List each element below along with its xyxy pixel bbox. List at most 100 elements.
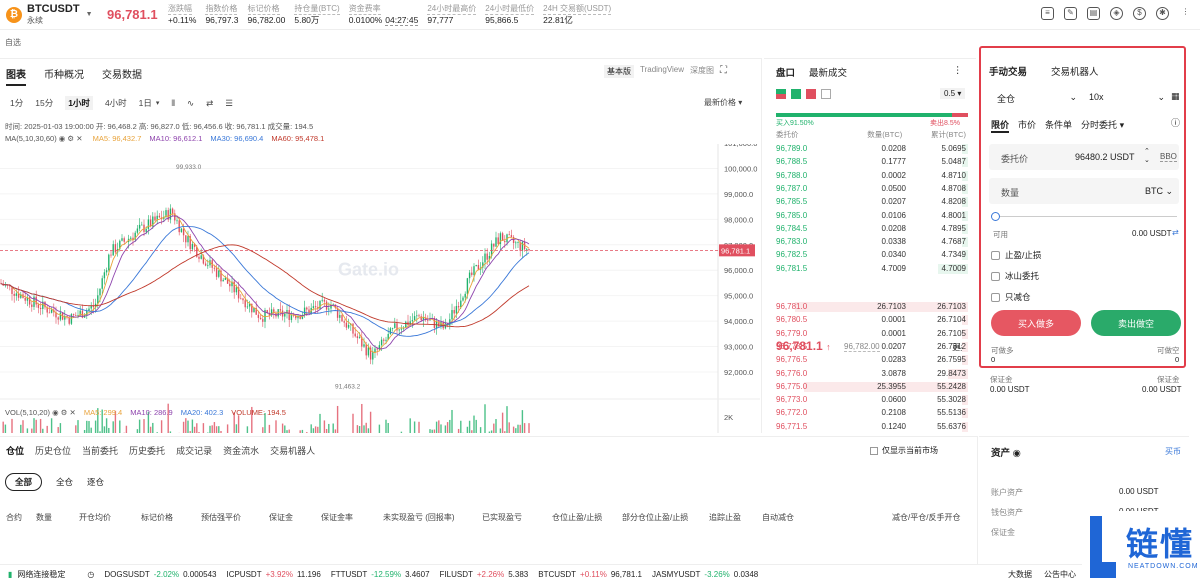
sell-short-button[interactable]: 卖出做空 <box>1091 310 1181 336</box>
orderbook-row[interactable]: 96,785.0 0.0106 4.8001 <box>774 210 968 222</box>
layout-asks-icon[interactable] <box>806 89 816 99</box>
view-basic[interactable]: 基本版 <box>604 65 634 78</box>
ticker-item[interactable]: JASMYUSDT -3.26% 0.0348 <box>652 570 758 579</box>
leverage-select[interactable]: 10x ⌄ <box>1089 92 1165 103</box>
layout-grid-icon[interactable] <box>821 89 831 99</box>
dollar-icon[interactable]: $ <box>1133 7 1146 20</box>
edit-icon[interactable]: ✎ <box>1064 7 1077 20</box>
symbol-selector[interactable]: ₿ BTCUSDT 永续 ▼ <box>6 3 101 26</box>
orderbook-row[interactable]: 96,789.0 0.0208 5.0695 <box>774 143 968 155</box>
buy-long-button[interactable]: 买入做多 <box>991 310 1081 336</box>
positions-tab[interactable]: 仓位 <box>6 444 24 457</box>
tab-coin-info[interactable]: 币种概况 <box>44 66 84 86</box>
ticker-item[interactable]: BTCUSDT +0.11% 96,781.1 <box>538 570 642 579</box>
chart-icon[interactable]: ▤ <box>1087 7 1100 20</box>
orderbook-row[interactable]: 96,773.0 0.0600 55.3028 <box>774 394 968 406</box>
bbo-button[interactable]: BBO <box>1160 152 1177 162</box>
margin-mode-select[interactable]: 全仓 ⌄ <box>997 92 1077 105</box>
announcement-link[interactable]: 公告中心 <box>1044 569 1076 580</box>
positions-tab[interactable]: 历史仓位 <box>35 444 71 457</box>
tf-1m[interactable]: 1分 <box>10 97 23 109</box>
tf-1d[interactable]: 1日 <box>139 97 152 109</box>
orderbook-row[interactable]: 96,780.5 0.0001 26.7104 <box>774 314 968 326</box>
orderbook-row[interactable]: 96,772.0 0.2108 55.5136 <box>774 407 968 419</box>
option-iceberg[interactable]: 冰山委托 <box>991 270 1039 282</box>
subtab-isolated[interactable]: 逐仓 <box>87 476 104 488</box>
compare-icon[interactable]: ⇄ <box>206 98 213 109</box>
checkbox[interactable] <box>991 292 1000 302</box>
option-reduce-only[interactable]: 只减仓 <box>991 291 1031 303</box>
transfer-icon[interactable]: ⇄ <box>1172 228 1179 237</box>
orderbook-row[interactable]: 96,779.0 0.0001 26.7105 <box>774 328 968 340</box>
positions-tab[interactable]: 成交记录 <box>176 444 212 457</box>
qty-slider[interactable] <box>995 216 1177 217</box>
orderbook-row[interactable]: 96,771.5 0.1240 55.6376 <box>774 421 968 433</box>
tf-15m[interactable]: 15分 <box>35 97 53 109</box>
tab-conditional[interactable]: 条件单 <box>1045 118 1072 133</box>
candle-type-icon[interactable]: ⫴ <box>171 98 175 109</box>
indicator-icon[interactable]: ∿ <box>187 98 194 109</box>
tab-recent-trades[interactable]: 最新成交 <box>809 65 847 79</box>
qty-unit[interactable]: BTC ⌄ <box>1145 186 1173 197</box>
ticker-item[interactable]: ICPUSDT +3.92% 11.196 <box>226 570 320 579</box>
compass-icon[interactable]: ◈ <box>1110 7 1123 20</box>
positions-tab[interactable]: 历史委托 <box>129 444 165 457</box>
orderbook-row[interactable]: 96,778.5 0.0207 26.7312 <box>774 341 968 353</box>
price-type-select[interactable]: 最新价格 ▾ <box>704 97 742 108</box>
quantity-input[interactable]: 数量 BTC ⌄ <box>989 178 1179 204</box>
eye-icon[interactable]: ◉ <box>1013 448 1021 459</box>
more-icon[interactable]: ⋮ <box>953 65 963 79</box>
orderbook-row[interactable]: 96,783.0 0.0338 4.7687 <box>774 236 968 248</box>
orderbook-row[interactable]: 96,788.0 0.0002 4.8710 <box>774 170 968 182</box>
layout-both-icon[interactable] <box>776 89 786 99</box>
ticker-item[interactable]: FTTUSDT -12.59% 3.4607 <box>331 570 430 579</box>
orderbook-row[interactable]: 96,782.5 0.0340 4.7349 <box>774 249 968 261</box>
info-icon[interactable]: ⓘ <box>1171 116 1180 129</box>
tab-twap[interactable]: 分时委托 ▾ <box>1081 118 1124 133</box>
orderbook-row[interactable]: 96,788.5 0.1777 5.0487 <box>774 156 968 168</box>
kline-chart[interactable]: 101,000.0100,000.099,000.098,000.097,000… <box>0 144 760 433</box>
eye-icon[interactable]: ◉ ⚙ ✕ <box>59 134 83 143</box>
orderbook-row[interactable]: 96,785.5 0.0207 4.8208 <box>774 196 968 208</box>
orderbook-row[interactable]: 96,781.5 4.7009 4.7009 <box>774 263 968 275</box>
option-tp-sl[interactable]: 止盈/止损 <box>991 249 1041 261</box>
view-tradingview[interactable]: TradingView <box>640 65 684 78</box>
buy-crypto-link[interactable]: 买币 <box>1165 446 1181 457</box>
tab-manual-trade[interactable]: 手动交易 <box>989 64 1027 78</box>
checkbox[interactable] <box>870 446 878 455</box>
orderbook-row[interactable]: 96,776.0 3.0878 29.8473 <box>774 368 968 380</box>
view-depth[interactable]: 深度图 <box>690 65 714 78</box>
subtab-all[interactable]: 全部 <box>5 473 43 491</box>
tab-market[interactable]: 市价 <box>1018 118 1036 133</box>
chevron-down-icon[interactable]: ▾ <box>156 99 160 107</box>
positions-tab[interactable]: 交易机器人 <box>270 444 315 457</box>
clock-icon[interactable]: ◷ <box>87 570 94 579</box>
orderbook-row[interactable]: 96,784.5 0.0208 4.7895 <box>774 223 968 235</box>
tf-4h[interactable]: 4小时 <box>105 97 127 109</box>
tab-trade-bot[interactable]: 交易机器人 <box>1051 64 1099 78</box>
positions-tab[interactable]: 资金流水 <box>223 444 259 457</box>
orderbook-row[interactable]: 96,776.5 0.0283 26.7595 <box>774 354 968 366</box>
checkbox[interactable] <box>991 250 1000 260</box>
slider-handle[interactable] <box>991 212 1000 221</box>
positions-tab[interactable]: 当前委托 <box>82 444 118 457</box>
tab-limit[interactable]: 限价 <box>991 118 1010 133</box>
fullscreen-icon[interactable]: ⛶ <box>720 65 727 78</box>
calculator-icon[interactable]: ▦ <box>1171 91 1180 102</box>
ticker-item[interactable]: DOGSUSDT -2.02% 0.000543 <box>104 570 216 579</box>
orderbook-row[interactable]: 96,781.0 26.7103 26.7103 <box>774 301 968 313</box>
orderbook-row[interactable]: 96,787.0 0.0500 4.8708 <box>774 183 968 195</box>
only-current-market[interactable]: 仅显示当前市场 <box>870 445 938 456</box>
orderbook-row[interactable]: 96,775.0 25.3955 55.2428 <box>774 381 968 393</box>
subtab-cross[interactable]: 全仓 <box>56 476 73 488</box>
more-icon[interactable]: ⋮ <box>1179 7 1192 20</box>
settings-sliders-icon[interactable]: ≡ <box>1041 7 1054 20</box>
layout-bids-icon[interactable] <box>791 89 801 99</box>
tab-chart[interactable]: 图表 <box>6 66 26 86</box>
tf-1h[interactable]: 1小时 <box>65 96 93 110</box>
big-data-link[interactable]: 大数据 <box>1008 569 1032 580</box>
list-settings-icon[interactable]: ☰ <box>225 98 233 109</box>
tab-trade-data[interactable]: 交易数据 <box>102 66 142 86</box>
ticker-item[interactable]: FILUSDT +2.26% 5.383 <box>440 570 529 579</box>
tab-orderbook[interactable]: 盘口 <box>776 65 795 79</box>
